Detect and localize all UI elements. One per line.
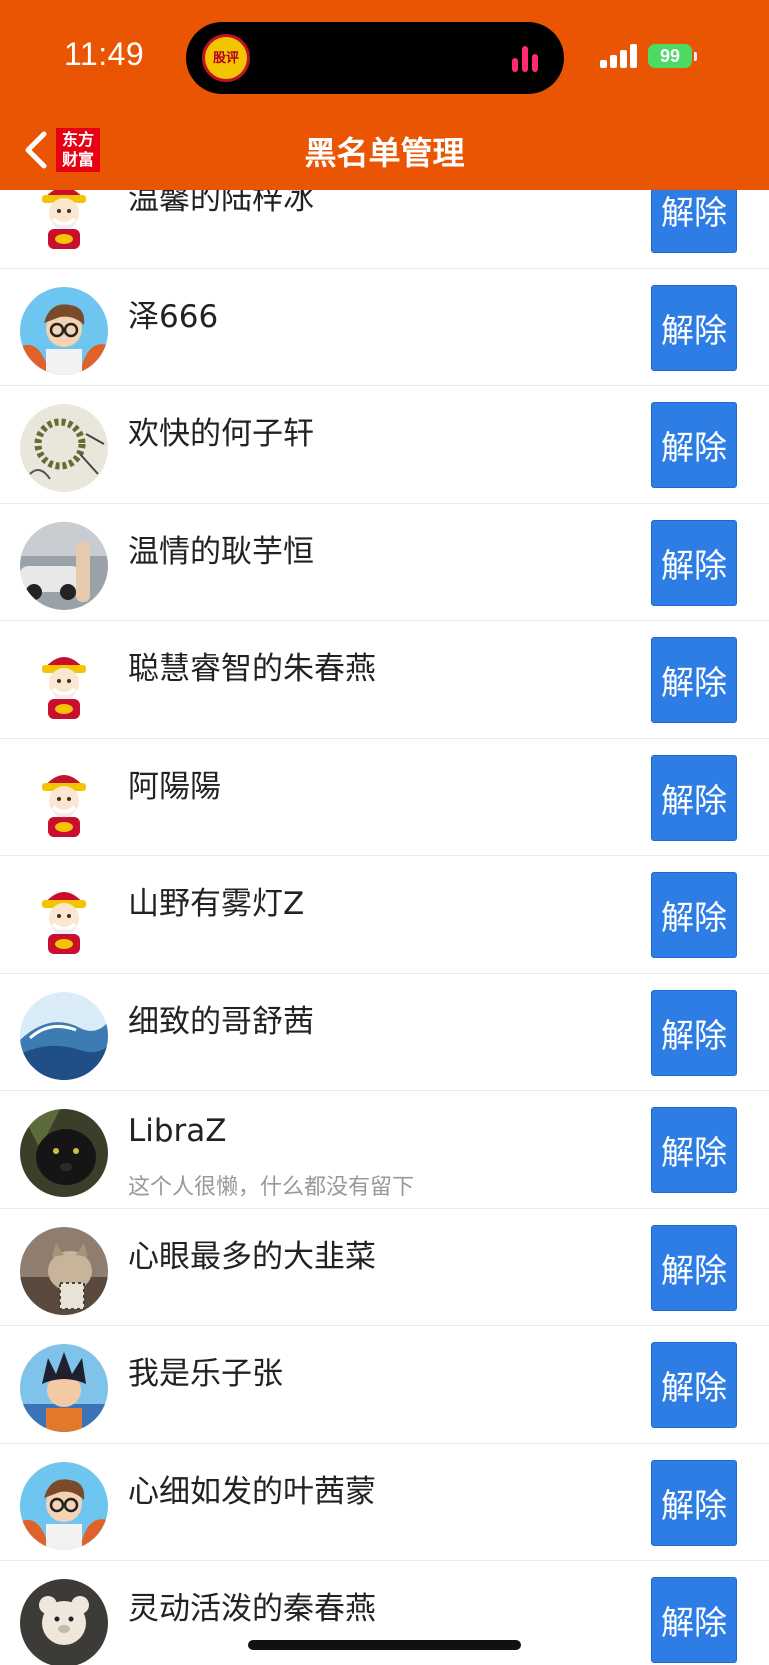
battery-icon: 99 xyxy=(648,44,697,68)
dynamic-island[interactable]: 股评 xyxy=(186,22,564,94)
blacklist-row: 聪慧睿智的朱春燕 解除 xyxy=(0,621,769,739)
user-avatar[interactable] xyxy=(20,1344,108,1432)
user-avatar[interactable] xyxy=(20,1109,108,1197)
user-name: 心眼最多的大韭菜 xyxy=(128,1238,376,1275)
blacklist-row: 欢快的何子轩 解除 xyxy=(0,386,769,504)
unblock-button[interactable]: 解除 xyxy=(651,519,737,606)
blacklist: 温馨的陆梓冰 解除 泽666 解除 欢快的何子轩 解除 温情的耿芋恒 解除 聪慧睿智的朱春燕 解除… xyxy=(0,151,769,1665)
user-avatar[interactable] xyxy=(20,1579,108,1665)
user-name: 细致的哥舒茜 xyxy=(128,1003,314,1040)
blacklist-row: 阿陽陽 解除 xyxy=(0,739,769,856)
user-avatar[interactable] xyxy=(20,1461,108,1550)
user-name: LibraZ xyxy=(128,1113,227,1149)
unblock-button[interactable]: 解除 xyxy=(651,1224,737,1311)
unblock-button[interactable]: 解除 xyxy=(651,1107,737,1193)
user-name: 阿陽陽 xyxy=(128,768,221,805)
unblock-button[interactable]: 解除 xyxy=(651,1577,737,1663)
unblock-button[interactable]: 解除 xyxy=(651,989,737,1076)
user-name: 泽666 xyxy=(128,298,219,335)
status-bar: 11:49 股评 99 xyxy=(0,0,769,110)
user-name: 温情的耿芋恒 xyxy=(128,533,314,570)
unblock-button[interactable]: 解除 xyxy=(651,1342,737,1428)
home-indicator[interactable] xyxy=(248,1640,521,1650)
user-avatar[interactable] xyxy=(20,991,108,1080)
unblock-button[interactable]: 解除 xyxy=(651,872,737,958)
page-title: 黑名单管理 xyxy=(304,134,465,172)
user-avatar[interactable] xyxy=(20,756,108,845)
user-bio: 这个人很懒，什么都没有留下 xyxy=(128,1175,415,1200)
unblock-button[interactable]: 解除 xyxy=(651,637,737,723)
nav-bar: 东方财富 黑名单管理 xyxy=(0,110,769,190)
unblock-button[interactable]: 解除 xyxy=(651,1459,737,1546)
user-avatar[interactable] xyxy=(20,1226,108,1315)
blacklist-row: 温情的耿芋恒 解除 xyxy=(0,504,769,621)
user-avatar[interactable] xyxy=(20,521,108,610)
user-name: 山野有雾灯Z xyxy=(128,886,305,922)
user-avatar[interactable] xyxy=(20,874,108,962)
blacklist-row: 我是乐子张 解除 xyxy=(0,1326,769,1444)
user-avatar[interactable] xyxy=(20,404,108,492)
blacklist-row: 心眼最多的大韭菜 解除 xyxy=(0,1209,769,1326)
blacklist-row: LibraZ 这个人很懒，什么都没有留下 解除 xyxy=(0,1091,769,1209)
user-avatar[interactable] xyxy=(20,639,108,727)
app-header: 11:49 股评 99 东方财富 黑名单管理 xyxy=(0,0,769,190)
unblock-button[interactable]: 解除 xyxy=(651,754,737,841)
blacklist-row: 山野有雾灯Z 解除 xyxy=(0,856,769,974)
blacklist-row: 泽666 解除 xyxy=(0,269,769,386)
user-name: 聪慧睿智的朱春燕 xyxy=(128,651,376,687)
user-name: 心细如发的叶茜蒙 xyxy=(128,1473,376,1510)
island-app-icon: 股评 xyxy=(202,34,250,82)
blacklist-row: 心细如发的叶茜蒙 解除 xyxy=(0,1444,769,1561)
unblock-button[interactable]: 解除 xyxy=(651,284,737,371)
user-name: 欢快的何子轩 xyxy=(128,416,314,452)
audio-bars-icon xyxy=(512,46,542,72)
user-name: 灵动活泼的秦春燕 xyxy=(128,1591,376,1627)
user-name: 我是乐子张 xyxy=(128,1356,283,1392)
user-avatar[interactable] xyxy=(20,286,108,375)
blacklist-row: 细致的哥舒茜 解除 xyxy=(0,974,769,1091)
signal-icon xyxy=(600,44,640,68)
unblock-button[interactable]: 解除 xyxy=(651,402,737,488)
status-time: 11:49 xyxy=(64,36,145,72)
